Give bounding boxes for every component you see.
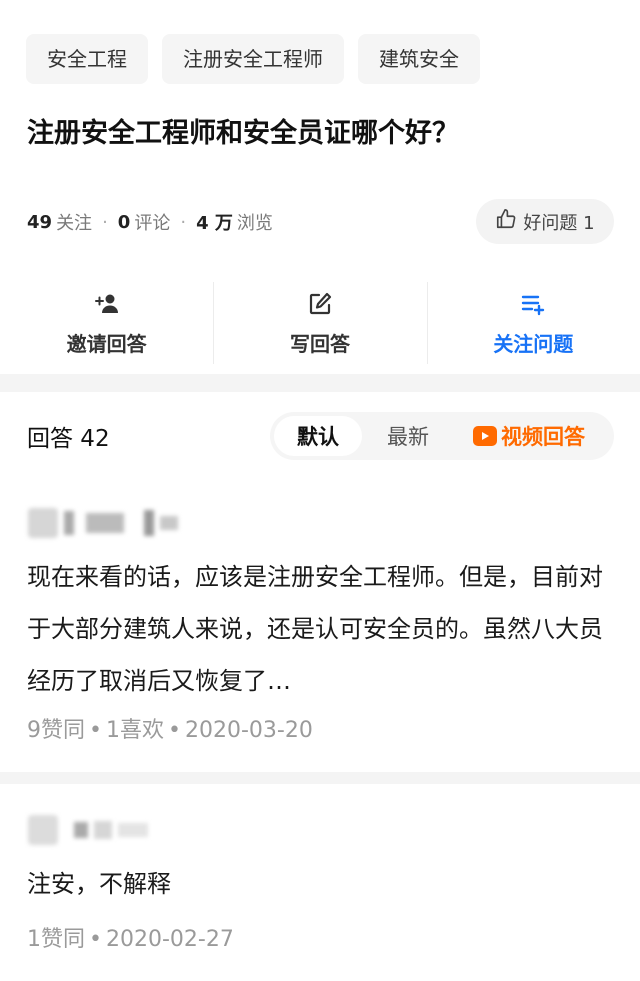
tab-video-label: 视频回答 <box>501 425 585 449</box>
invite-answer-button[interactable]: 邀请回答 <box>0 276 213 370</box>
view-count: 4 万 <box>196 213 233 234</box>
answer-likes: 9赞同 <box>27 718 85 743</box>
follow-count-label: 关注 <box>56 213 93 234</box>
question-meta: 49 关注 · 0 评论 · 4 万 浏览 <box>27 202 273 242</box>
invite-answer-label: 邀请回答 <box>66 331 147 356</box>
follow-count: 49 <box>27 211 53 233</box>
sort-tabs: 默认 最新 视频回答 <box>270 412 614 460</box>
view-count-label: 浏览 <box>236 213 273 234</box>
question-actions: 邀请回答 写回答 关注问题 <box>0 276 640 370</box>
good-question-label: 好问题 1 <box>523 212 595 234</box>
answer-author-blurred[interactable] <box>28 815 148 845</box>
good-question-button[interactable]: 好问题 1 <box>476 199 614 244</box>
comment-count: 0 <box>117 211 131 233</box>
answer-stats: 1赞同 • 2020-02-27 <box>27 927 234 952</box>
answer-text[interactable]: 现在来看的话，应该是注册安全工程师。但是，目前对于大部分建筑人来说，还是认可安全… <box>27 551 612 707</box>
answer-author-blurred[interactable] <box>28 508 178 538</box>
play-icon <box>473 426 497 446</box>
answer-date: 2020-03-20 <box>184 718 313 743</box>
write-answer-button[interactable]: 写回答 <box>213 276 426 370</box>
thumbs-up-icon <box>495 208 517 235</box>
follow-question-label: 关注问题 <box>493 331 574 356</box>
tab-default[interactable]: 默认 <box>274 416 362 456</box>
add-person-icon <box>93 290 121 322</box>
answer-favs: 1喜欢 <box>105 718 164 743</box>
tab-video-answers[interactable]: 视频回答 <box>454 416 604 456</box>
answer-text[interactable]: 注安，不解释 <box>27 858 612 910</box>
question-title: 注册安全工程师和安全员证哪个好？ <box>27 118 459 149</box>
answers-count: 回答 42 <box>27 426 110 452</box>
section-divider <box>0 374 640 392</box>
answer-date: 2020-02-27 <box>105 927 234 952</box>
answers-header: 回答 42 默认 最新 视频回答 <box>27 412 614 460</box>
follow-question-button[interactable]: 关注问题 <box>426 276 640 370</box>
topic-tags: 安全工程 注册安全工程师 建筑安全 <box>26 34 480 84</box>
topic-tag-registered-safety-engineer[interactable]: 注册安全工程师 <box>162 34 344 84</box>
answer-divider <box>0 772 640 784</box>
meta-separator: · <box>180 211 187 233</box>
answer-likes: 1赞同 <box>27 927 85 952</box>
edit-icon <box>306 290 334 322</box>
topic-tag-construction-safety[interactable]: 建筑安全 <box>358 34 480 84</box>
topic-tag-safety-engineering[interactable]: 安全工程 <box>26 34 148 84</box>
meta-separator: · <box>102 211 108 233</box>
tab-latest[interactable]: 最新 <box>362 416 454 456</box>
comment-count-label[interactable]: 评论 <box>134 209 170 235</box>
write-answer-label: 写回答 <box>289 331 350 356</box>
answer-stats: 9赞同 • 1喜欢 • 2020-03-20 <box>27 718 313 743</box>
list-add-icon <box>519 290 547 322</box>
